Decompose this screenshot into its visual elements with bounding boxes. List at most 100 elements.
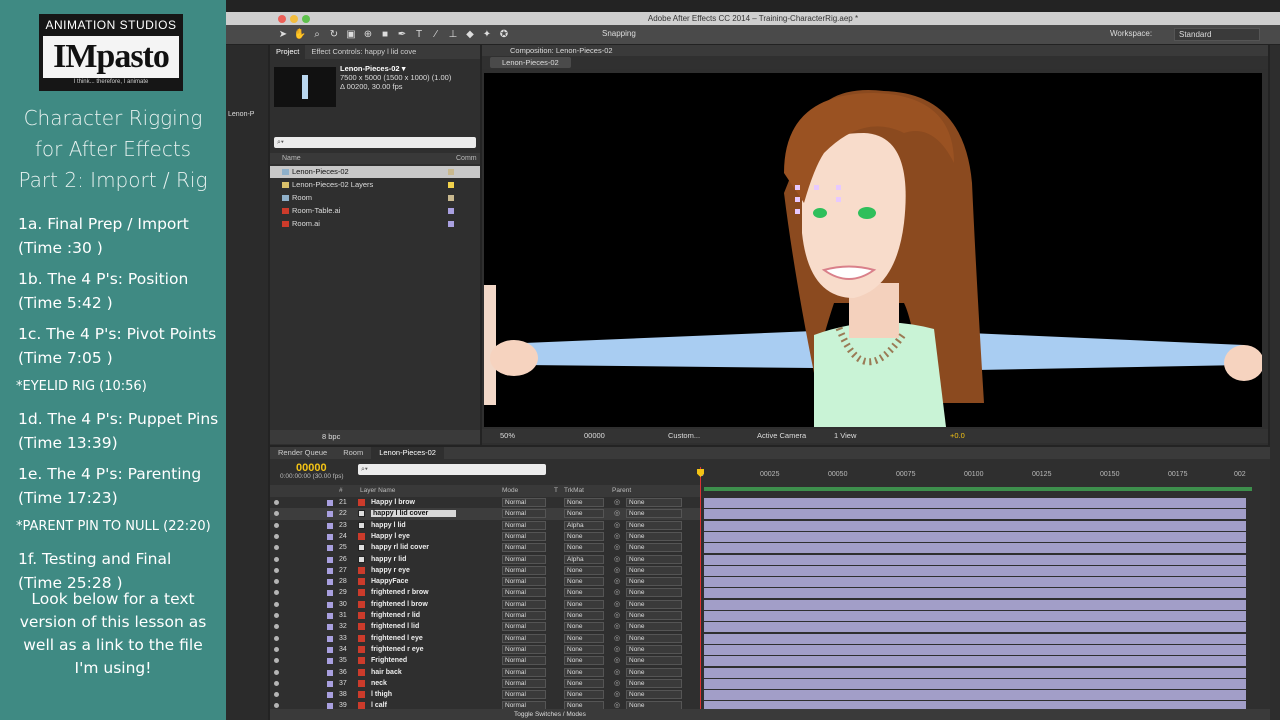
label-swatch[interactable] xyxy=(448,208,454,214)
parent-select[interactable]: None xyxy=(626,588,682,598)
visibility-eye-icon[interactable] xyxy=(274,511,279,517)
layer-row[interactable]: 25 happy rl lid cover Normal None ◎ None xyxy=(270,542,1246,554)
project-search-input[interactable]: ⌕▾ xyxy=(274,137,476,148)
layer-row[interactable]: 29 frightened r brow Normal None ◎ None xyxy=(270,587,1246,599)
rectangle-tool-icon[interactable]: ■ xyxy=(378,28,392,42)
layer-name[interactable]: frightened r lid xyxy=(371,610,420,621)
layer-duration-bar[interactable] xyxy=(704,622,1246,633)
trackmatte-select[interactable]: None xyxy=(564,599,604,609)
layer-label-swatch[interactable] xyxy=(327,646,333,653)
parent-select[interactable]: None xyxy=(626,656,682,666)
pin-handle[interactable] xyxy=(795,185,800,190)
layer-row[interactable]: 37 neck Normal None ◎ None xyxy=(270,678,1246,689)
layer-name[interactable]: happy l lid cover xyxy=(371,508,457,519)
layer-duration-bar[interactable] xyxy=(704,588,1246,599)
layer-duration-bar[interactable] xyxy=(704,644,1246,655)
pick-whip-icon[interactable]: ◎ xyxy=(614,542,620,553)
visibility-eye-icon[interactable] xyxy=(274,669,279,675)
label-swatch[interactable] xyxy=(448,182,454,188)
puppet-pin-tool-icon[interactable]: ✪ xyxy=(497,28,511,42)
hand-tool-icon[interactable]: ✋ xyxy=(293,28,307,42)
layer-row[interactable]: 24 Happy l eye Normal None ◎ None xyxy=(270,531,1246,542)
visibility-eye-icon[interactable] xyxy=(274,703,279,709)
layer-name[interactable]: happy r eye xyxy=(371,565,410,576)
layer-label-swatch[interactable] xyxy=(327,545,333,552)
layer-row[interactable]: 27 happy r eye Normal None ◎ None xyxy=(270,565,1246,576)
blend-mode-select[interactable]: Normal xyxy=(502,577,546,587)
rotate-tool-icon[interactable]: ↻ xyxy=(327,28,341,42)
trackmatte-select[interactable]: None xyxy=(564,690,604,700)
parent-select[interactable]: None xyxy=(626,509,682,519)
col-name[interactable]: Name xyxy=(282,153,301,164)
trackmatte-select[interactable]: None xyxy=(564,588,604,598)
layer-duration-bar[interactable] xyxy=(704,667,1246,678)
trackmatte-select[interactable]: None xyxy=(564,656,604,666)
parent-select[interactable]: None xyxy=(626,520,682,530)
selection-tool-icon[interactable]: ➤ xyxy=(276,28,290,42)
blend-mode-select[interactable]: Normal xyxy=(502,633,546,643)
layer-duration-bar[interactable] xyxy=(704,554,1246,565)
layer-row[interactable]: 31 frightened r lid Normal None ◎ None xyxy=(270,610,1246,621)
views-select[interactable]: 1 View xyxy=(834,429,856,443)
layer-row[interactable]: 23 happy l lid Normal Alpha ◎ None xyxy=(270,520,1246,531)
trackmatte-select[interactable]: None xyxy=(564,622,604,632)
close-icon[interactable] xyxy=(278,15,286,23)
layer-duration-bar[interactable] xyxy=(704,498,1246,508)
blend-mode-select[interactable]: Normal xyxy=(502,622,546,632)
pick-whip-icon[interactable]: ◎ xyxy=(614,621,620,632)
visibility-eye-icon[interactable] xyxy=(274,601,279,607)
col-mode[interactable]: Mode xyxy=(502,485,518,497)
pick-whip-icon[interactable]: ◎ xyxy=(614,678,620,689)
pick-whip-icon[interactable]: ◎ xyxy=(614,610,620,621)
pin-handle[interactable] xyxy=(814,185,819,190)
zoom-icon[interactable] xyxy=(302,15,310,23)
blend-mode-select[interactable]: Normal xyxy=(502,520,546,530)
layer-name[interactable]: frightened r brow xyxy=(371,587,429,598)
trackmatte-select[interactable]: Alpha xyxy=(564,554,604,564)
layer-label-swatch[interactable] xyxy=(327,669,333,676)
layer-name[interactable]: l thigh xyxy=(371,689,392,700)
layer-duration-bar[interactable] xyxy=(704,690,1246,701)
pick-whip-icon[interactable]: ◎ xyxy=(614,633,620,644)
resolution-select[interactable]: Custom... xyxy=(668,429,700,443)
layer-duration-bar[interactable] xyxy=(704,520,1246,531)
zoom-select[interactable]: 50% xyxy=(500,429,515,443)
blend-mode-select[interactable]: Normal xyxy=(502,588,546,598)
pick-whip-icon[interactable]: ◎ xyxy=(614,689,620,700)
layer-name[interactable]: Happy l brow xyxy=(371,497,415,508)
layer-name[interactable]: neck xyxy=(371,678,387,689)
layer-label-swatch[interactable] xyxy=(327,567,333,574)
layer-label-swatch[interactable] xyxy=(327,613,333,619)
visibility-eye-icon[interactable] xyxy=(274,613,279,618)
visibility-eye-icon[interactable] xyxy=(274,590,279,596)
project-item[interactable]: Room-Table.ai xyxy=(270,205,480,217)
trackmatte-select[interactable]: None xyxy=(564,678,604,688)
parent-select[interactable]: None xyxy=(626,633,682,643)
blend-mode-select[interactable]: Normal xyxy=(502,531,546,541)
exposure-value[interactable]: +0.0 xyxy=(950,429,965,443)
roto-tool-icon[interactable]: ✦ xyxy=(480,28,494,42)
project-item[interactable]: Room xyxy=(270,192,480,204)
work-area-bar[interactable] xyxy=(704,487,1252,491)
pick-whip-icon[interactable]: ◎ xyxy=(614,508,620,519)
layer-duration-bar[interactable] xyxy=(704,543,1246,554)
composition-viewer[interactable] xyxy=(484,73,1262,427)
camera-tool-icon[interactable]: ▣ xyxy=(344,28,358,42)
blend-mode-select[interactable]: Normal xyxy=(502,554,546,564)
layer-name[interactable]: happy r lid xyxy=(371,554,406,565)
layer-duration-bar[interactable] xyxy=(704,656,1246,667)
brush-tool-icon[interactable]: ∕ xyxy=(429,28,443,42)
layer-duration-bar[interactable] xyxy=(704,678,1246,689)
visibility-eye-icon[interactable] xyxy=(274,579,279,585)
layer-row[interactable]: 26 happy r lid Normal Alpha ◎ None xyxy=(270,554,1246,565)
parent-select[interactable]: None xyxy=(626,577,682,587)
timeline-search-input[interactable]: ⌕▾ xyxy=(358,464,546,475)
parent-select[interactable]: None xyxy=(626,565,682,575)
layer-duration-bar[interactable] xyxy=(704,565,1246,576)
visibility-eye-icon[interactable] xyxy=(274,556,279,562)
pan-behind-tool-icon[interactable]: ⊕ xyxy=(361,28,375,42)
pick-whip-icon[interactable]: ◎ xyxy=(614,599,620,610)
visibility-eye-icon[interactable] xyxy=(274,646,279,652)
parent-select[interactable]: None xyxy=(626,690,682,700)
blend-mode-select[interactable]: Normal xyxy=(502,656,546,666)
